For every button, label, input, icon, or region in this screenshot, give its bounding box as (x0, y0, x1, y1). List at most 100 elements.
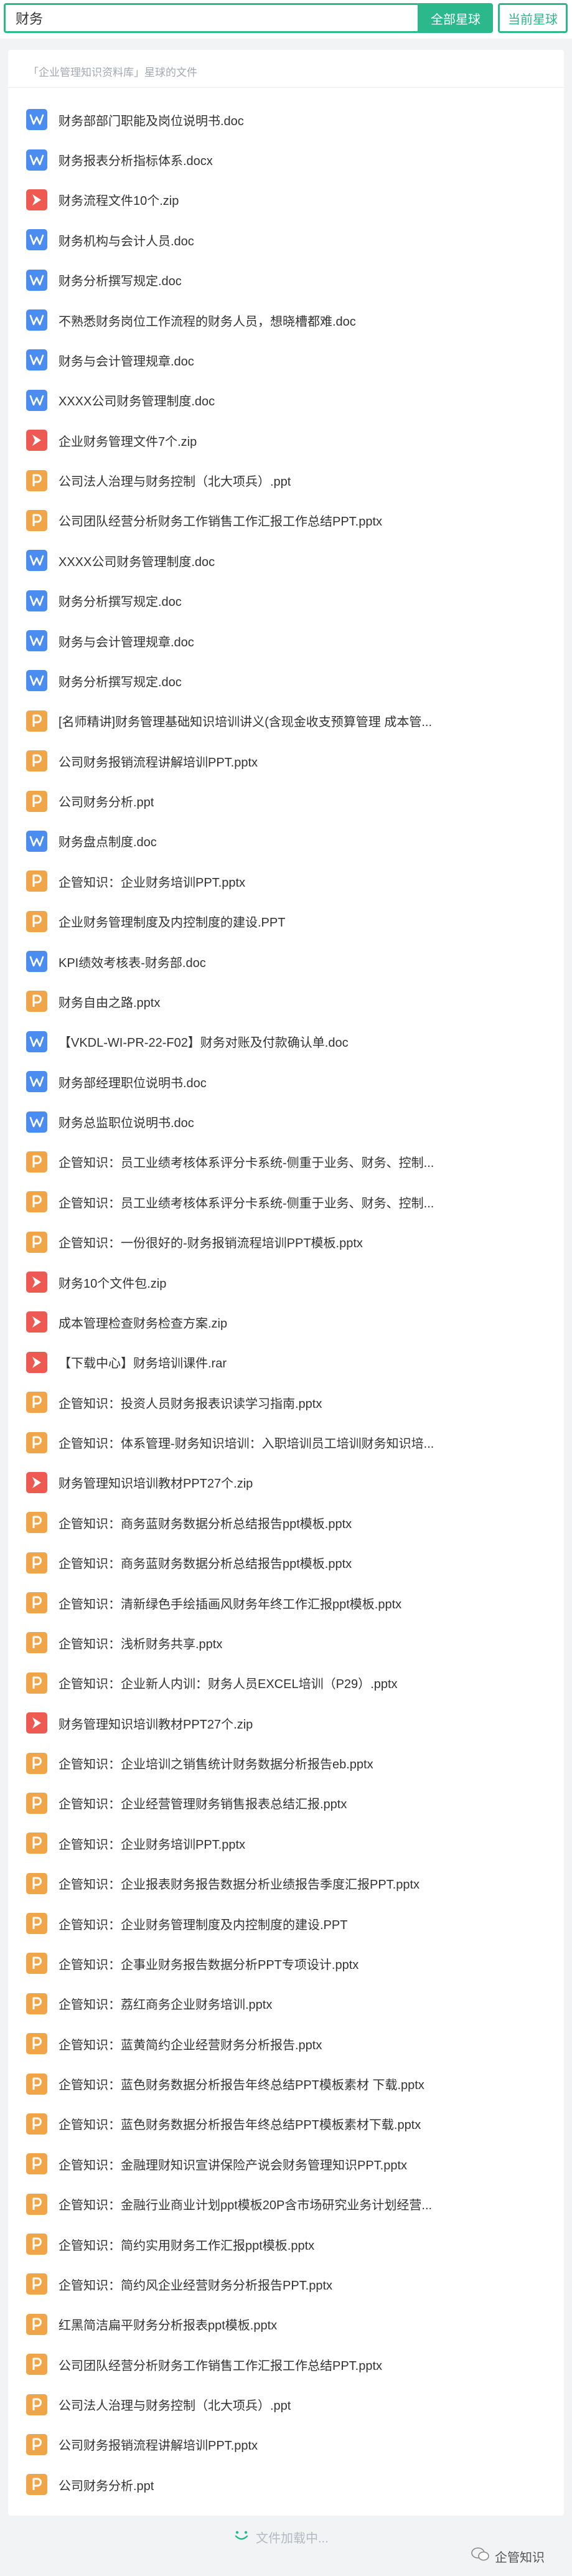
list-item[interactable]: 【VKDL-WI-PR-22-F02】财务对账及付款确认单.doc (8, 1022, 564, 1062)
list-item[interactable]: 公司财务分析.ppt (8, 2465, 564, 2504)
file-name: [名师精讲]财务管理基础知识培训讲义(含现金收支预算管理 成本管... (59, 715, 432, 730)
list-item[interactable]: 企管知识：企事业财务报告数据分析PPT专项设计.pptx (8, 1943, 564, 1983)
list-item[interactable]: 企管知识：企业培训之销售统计财务数据分析报告eb.pptx (8, 1743, 564, 1783)
file-name: XXXX公司财务管理制度.doc (59, 395, 215, 409)
list-item[interactable]: [名师精讲]财务管理基础知识培训讲义(含现金收支预算管理 成本管... (8, 701, 564, 741)
list-item[interactable]: 企业财务管理制度及内控制度的建设.PPT (8, 902, 564, 941)
search-all-planets-button[interactable]: 全部星球 (418, 3, 493, 33)
file-name: 企业财务管理文件7个.zip (59, 435, 197, 449)
list-item[interactable]: 财务分析撰写规定.doc (8, 581, 564, 621)
list-item[interactable]: 企管知识：企业报表财务报告数据分析业绩报告季度汇报PPT.pptx (8, 1864, 564, 1904)
file-name: 财务部部门职能及岗位说明书.doc (59, 114, 244, 128)
list-item[interactable]: 企管知识：金融行业商业计划ppt模板20P含市场研究业务计划经营... (8, 2184, 564, 2224)
list-item[interactable]: 企管知识：企业财务培训PPT.pptx (8, 1823, 564, 1863)
list-item[interactable]: 企管知识：商务蓝财务数据分析总结报告ppt模板.pptx (8, 1543, 564, 1583)
list-item[interactable]: 财务分析撰写规定.doc (8, 260, 564, 300)
ppt-file-icon (26, 910, 47, 932)
list-item[interactable]: 财务自由之路.pptx (8, 981, 564, 1021)
list-item[interactable]: 企管知识：体系管理-财务知识培训：入职培训员工培训财务知识培... (8, 1422, 564, 1462)
list-item[interactable]: 公司团队经营分析财务工作销售工作汇报工作总结PPT.pptx (8, 2344, 564, 2384)
list-item[interactable]: 公司团队经营分析财务工作销售工作汇报工作总结PPT.pptx (8, 501, 564, 540)
list-item[interactable]: 财务流程文件10个.zip (8, 180, 564, 220)
list-item[interactable]: 企管知识：一份很好的-财务报销流程培训PPT模板.pptx (8, 1222, 564, 1262)
list-item[interactable]: 公司法人治理与财务控制（北大项兵）.ppt (8, 2384, 564, 2424)
ppt-file-icon (26, 2073, 47, 2095)
file-name: 【下载中心】财务培训课件.rar (59, 1357, 227, 1371)
ppt-file-icon (26, 2433, 47, 2455)
list-item[interactable]: 企管知识：简约实用财务工作汇报ppt模板.pptx (8, 2224, 564, 2264)
ppt-file-icon (26, 469, 47, 491)
list-item[interactable]: 财务机构与会计人员.doc (8, 220, 564, 260)
ppt-file-icon (26, 2394, 47, 2415)
ppt-file-icon (26, 2474, 47, 2496)
search-current-planet-button[interactable]: 当前星球 (498, 3, 568, 33)
list-item[interactable]: XXXX公司财务管理制度.doc (8, 380, 564, 420)
list-item[interactable]: 企管知识：员工业绩考核体系评分卡系统-侧重于业务、财务、控制... (8, 1182, 564, 1222)
list-item[interactable]: 企管知识：企业新人内训：财务人员EXCEL培训（P29）.pptx (8, 1663, 564, 1703)
word-file-icon (26, 550, 47, 572)
list-item[interactable]: 公司财务报销流程讲解培训PPT.pptx (8, 2425, 564, 2465)
zip-file-icon (26, 1471, 47, 1493)
list-item[interactable]: 企业财务管理文件7个.zip (8, 420, 564, 460)
ppt-file-icon (26, 2033, 47, 2055)
search-input[interactable] (14, 9, 418, 27)
file-name: 企管知识：企事业财务报告数据分析PPT专项设计.pptx (59, 1958, 359, 1972)
list-item[interactable]: 企管知识：简约风企业经营财务分析报告PPT.pptx (8, 2264, 564, 2304)
ppt-file-icon (26, 2113, 47, 2135)
list-item[interactable]: 财务盘点制度.doc (8, 821, 564, 861)
list-item[interactable]: 财务与会计管理规章.doc (8, 621, 564, 661)
list-item[interactable]: 公司法人治理与财务控制（北大项兵）.ppt (8, 460, 564, 500)
word-file-icon (26, 109, 47, 131)
list-item[interactable]: 企管知识：金融理财知识宣讲保险产说会财务管理知识PPT.pptx (8, 2144, 564, 2184)
list-item[interactable]: 财务报表分析指标体系.docx (8, 139, 564, 179)
file-name: 财务自由之路.pptx (59, 996, 161, 1010)
list-item[interactable]: 成本管理检查财务检查方案.zip (8, 1302, 564, 1342)
file-name: 财务部经理职位说明书.doc (59, 1076, 207, 1090)
file-name: 企管知识：体系管理-财务知识培训：入职培训员工培训财务知识培... (59, 1437, 434, 1451)
file-name: 企管知识：蓝色财务数据分析报告年终总结PPT模板素材下载.pptx (59, 2118, 421, 2133)
ppt-file-icon (26, 750, 47, 772)
list-item[interactable]: 财务管理知识培训教材PPT27个.zip (8, 1703, 564, 1743)
list-item[interactable]: 企管知识：蓝黄简约企业经营财务分析报告.pptx (8, 2024, 564, 2064)
ppt-file-icon (26, 870, 47, 892)
list-item[interactable]: 财务部经理职位说明书.doc (8, 1062, 564, 1102)
file-name: 财务分析撰写规定.doc (59, 275, 182, 289)
list-item[interactable]: 企管知识：荔红商务企业财务培训.pptx (8, 1984, 564, 2024)
list-item[interactable]: 财务与会计管理规章.doc (8, 340, 564, 380)
zip-file-icon (26, 189, 47, 210)
ppt-file-icon (26, 1151, 47, 1172)
list-item[interactable]: 企管知识：清新绿色手绘插画风财务年终工作汇报ppt模板.pptx (8, 1583, 564, 1623)
list-item[interactable]: 企管知识：商务蓝财务数据分析总结报告ppt模板.pptx (8, 1503, 564, 1542)
file-name: 财务10个文件包.zip (59, 1276, 167, 1291)
ppt-file-icon (26, 790, 47, 812)
ppt-file-icon (26, 1231, 47, 1253)
file-name: 财务管理知识培训教材PPT27个.zip (59, 1477, 253, 1491)
list-item[interactable]: 财务分析撰写规定.doc (8, 661, 564, 701)
search-bar: 全部星球 当前星球 (0, 0, 572, 39)
list-item[interactable]: 企管知识：员工业绩考核体系评分卡系统-侧重于业务、财务、控制... (8, 1142, 564, 1182)
list-item[interactable]: 企管知识：企业经营管理财务销售报表总结汇报.pptx (8, 1783, 564, 1823)
search-box[interactable] (4, 3, 420, 33)
list-item[interactable]: 企管知识：投资人员财务报表识读学习指南.pptx (8, 1382, 564, 1422)
file-name: 企管知识：一份很好的-财务报销流程培训PPT模板.pptx (59, 1237, 363, 1251)
list-item[interactable]: 企管知识：企业财务管理制度及内控制度的建设.PPT (8, 1904, 564, 1943)
list-item[interactable]: 公司财务分析.ppt (8, 781, 564, 821)
list-item[interactable]: KPI绩效考核表-财务部.doc (8, 941, 564, 981)
ppt-file-icon (26, 1913, 47, 1935)
list-item[interactable]: XXXX公司财务管理制度.doc (8, 540, 564, 580)
file-name: 财务管理知识培训教材PPT27个.zip (59, 1717, 253, 1732)
list-item[interactable]: 财务总监职位说明书.doc (8, 1102, 564, 1141)
file-list: 财务部部门职能及岗位说明书.doc 财务报表分析指标体系.docx 财务流程文件10… (8, 100, 564, 2505)
list-item[interactable]: 财务部部门职能及岗位说明书.doc (8, 100, 564, 139)
list-item[interactable]: 企管知识：浅析财务共享.pptx (8, 1623, 564, 1663)
list-item[interactable]: 红黑简洁扁平财务分析报表ppt模板.pptx (8, 2305, 564, 2344)
list-item[interactable]: 不熟悉财务岗位工作流程的财务人员，想晓槽都难.doc (8, 300, 564, 340)
list-item[interactable]: 公司财务报销流程讲解培训PPT.pptx (8, 741, 564, 781)
list-item[interactable]: 财务10个文件包.zip (8, 1262, 564, 1302)
list-item[interactable]: 企管知识：蓝色财务数据分析报告年终总结PPT模板素材 下载.pptx (8, 2064, 564, 2103)
file-name: 企管知识：蓝黄简约企业经营财务分析报告.pptx (59, 2038, 322, 2052)
list-item[interactable]: 财务管理知识培训教材PPT27个.zip (8, 1463, 564, 1503)
list-item[interactable]: 企管知识：企业财务培训PPT.pptx (8, 861, 564, 901)
list-item[interactable]: 【下载中心】财务培训课件.rar (8, 1342, 564, 1382)
list-item[interactable]: 企管知识：蓝色财务数据分析报告年终总结PPT模板素材下载.pptx (8, 2104, 564, 2144)
